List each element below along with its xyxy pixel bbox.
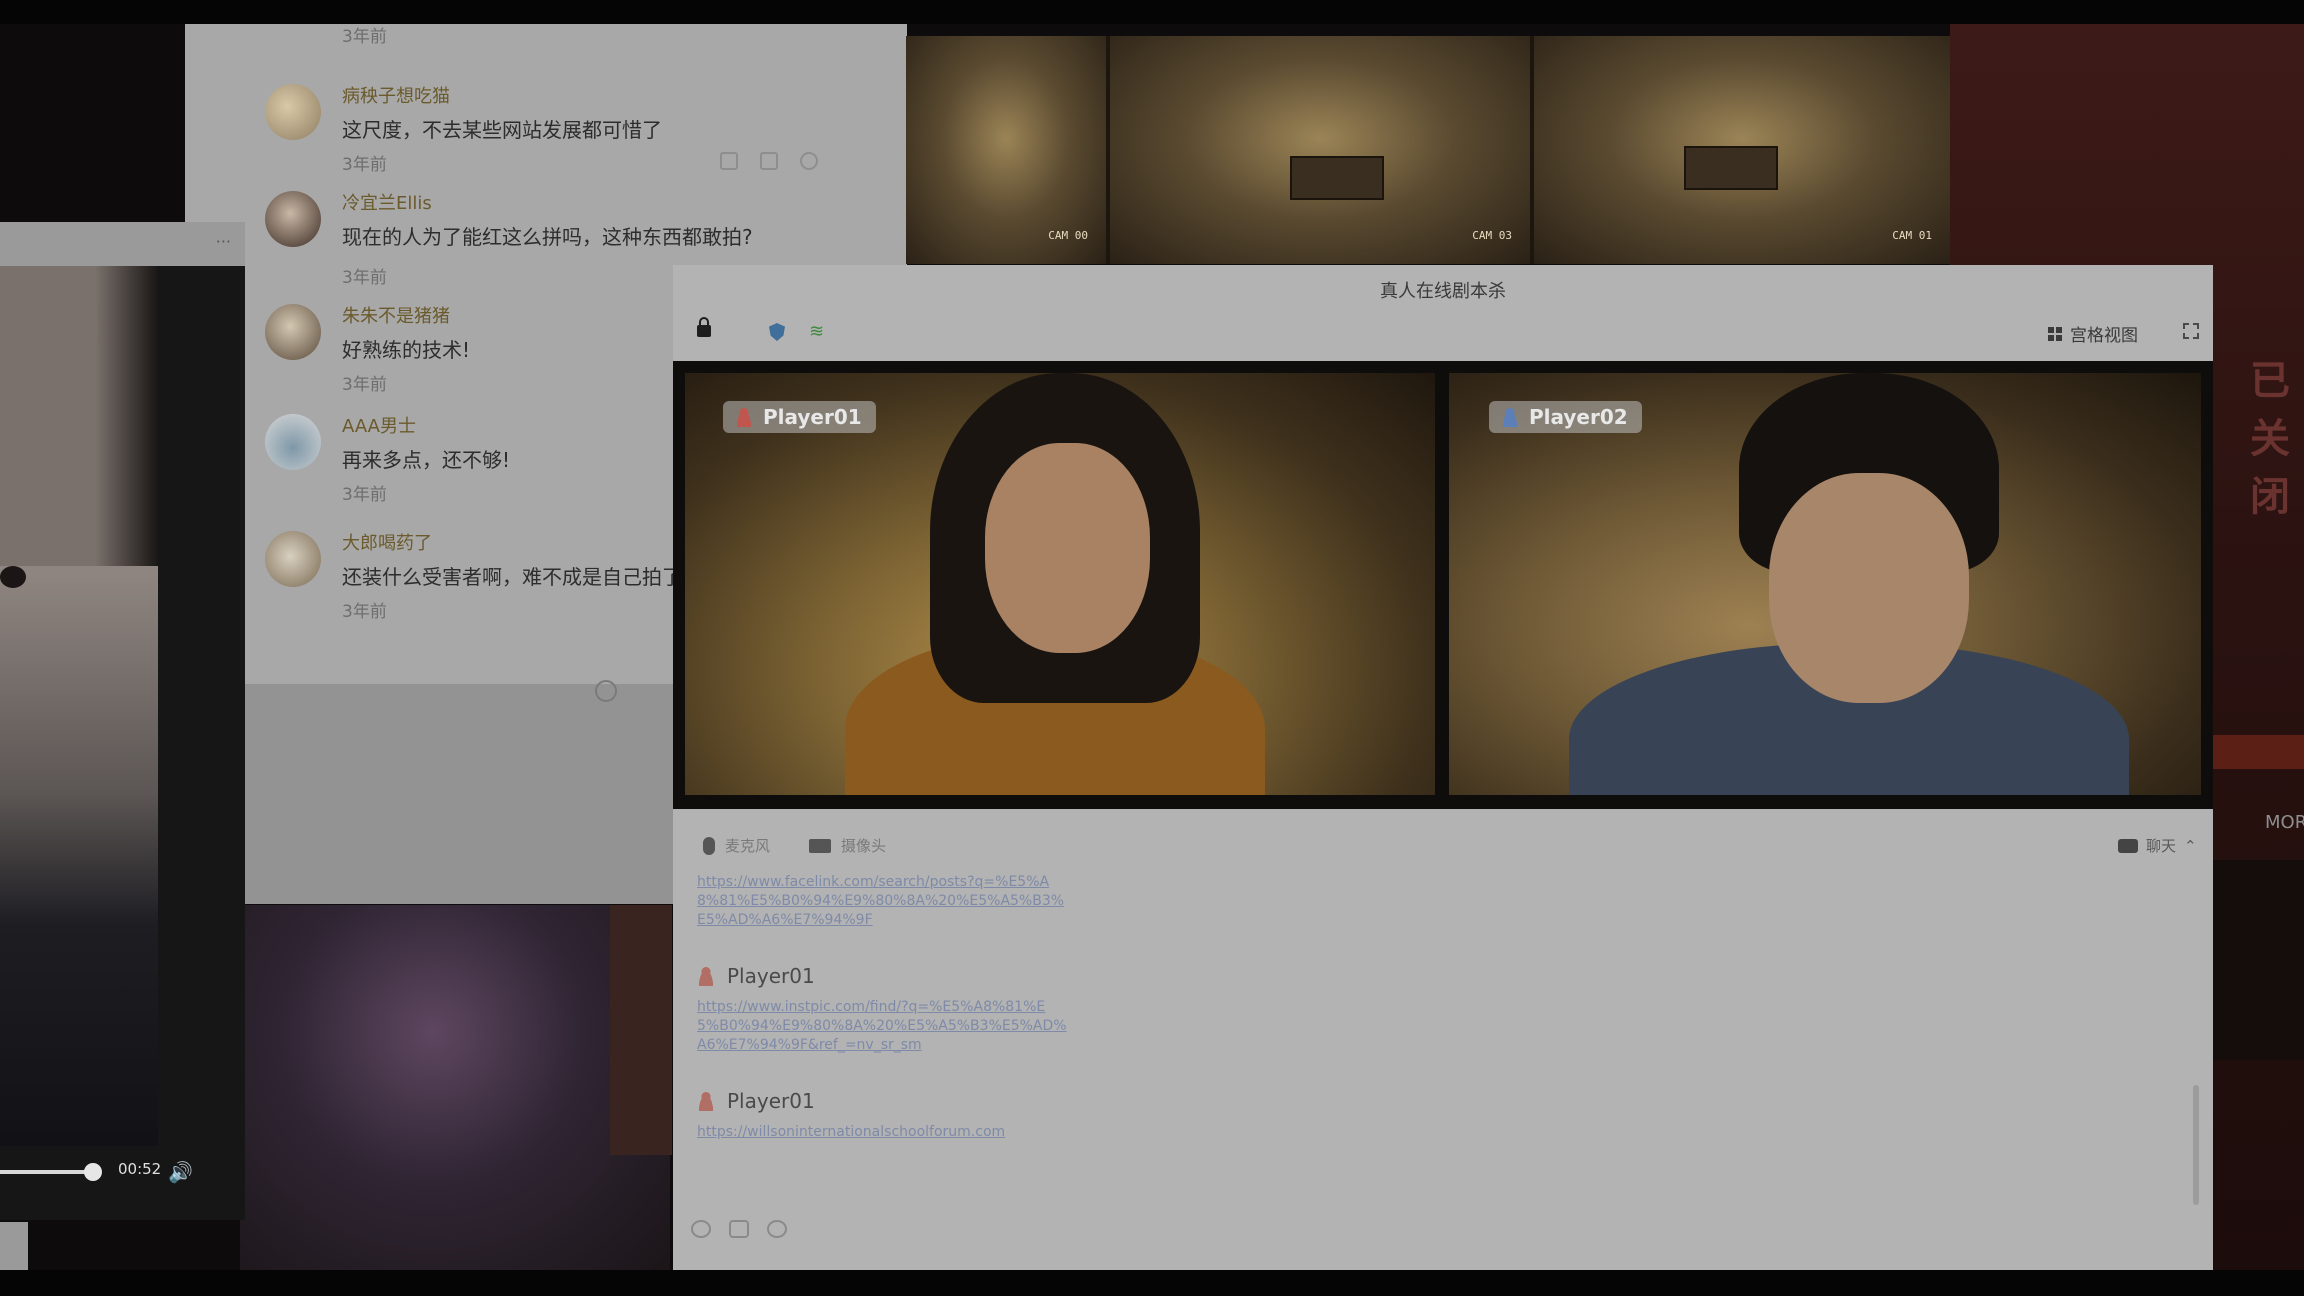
comment-text: 这尺度，不去某些网站发展都可惜了 — [342, 118, 662, 142]
progress-handle[interactable] — [84, 1163, 102, 1181]
video-frame[interactable] — [0, 266, 158, 1146]
grid-view-button[interactable]: 宫格视图 — [2048, 321, 2138, 346]
comment-text: 好熟练的技术! — [342, 338, 471, 362]
more-icon[interactable]: ··· — [216, 232, 231, 251]
chat-link[interactable]: https://willsoninternationalschoolforum.… — [697, 1123, 1117, 1142]
player-name-tag: Player01 — [723, 401, 876, 433]
camera-button[interactable]: 摄像头 — [809, 835, 886, 856]
player-titlebar: ··· — [0, 222, 245, 266]
shield-icon — [769, 323, 785, 341]
microphone-icon — [703, 836, 715, 855]
image-icon[interactable] — [729, 1220, 749, 1238]
comment-author[interactable]: 病秧子想吃猫 — [342, 82, 450, 108]
call-controls: 麦克风 摄像头 聊天 ⌃ — [673, 835, 2213, 863]
chat-panel: https://www.facelink.com/search/posts?q=… — [697, 873, 2177, 1142]
more-label[interactable]: MOR — [2265, 812, 2304, 833]
video-call-window: 真人在线剧本杀 ≋ 宫格视图 Player01 Player02 麦克风 摄像头… — [673, 265, 2213, 1270]
player-controls: 00:52 🔊 — [0, 1152, 245, 1192]
comments-window-lower — [185, 684, 675, 904]
video-grid: Player01 Player02 — [673, 361, 2213, 809]
chat-sender: Player01 — [697, 964, 2177, 988]
cam-label: CAM 03 — [1472, 229, 1512, 242]
avatar[interactable] — [265, 531, 321, 587]
comment-author[interactable]: 冷宜兰Ellis — [342, 189, 432, 215]
comment-text: 再来多点，还不够! — [342, 448, 511, 472]
sender-name: Player01 — [727, 1089, 815, 1113]
phone-icon[interactable] — [595, 680, 617, 702]
playback-time: 00:52 — [118, 1160, 162, 1178]
video-feed-player02[interactable]: Player02 — [1449, 373, 2201, 795]
call-toolbar: ≋ 宫格视图 — [673, 317, 2213, 351]
avatar[interactable] — [265, 304, 321, 360]
chat-scrollbar[interactable] — [2193, 1085, 2199, 1205]
window-edge — [0, 1222, 28, 1270]
chevron-up-icon: ⌃ — [2184, 836, 2197, 855]
cam-label: CAM 00 — [1048, 229, 1088, 242]
volume-icon[interactable]: 🔊 — [168, 1160, 193, 1184]
fullscreen-icon[interactable] — [2183, 323, 2199, 339]
microphone-label: 麦克风 — [725, 837, 771, 855]
chat-toggle-button[interactable]: 聊天 ⌃ — [2118, 835, 2197, 856]
closed-text: 已关闭 — [2250, 358, 2290, 520]
chat-input-tools — [691, 1220, 787, 1238]
sender-name: Player01 — [727, 964, 815, 988]
player-name: Player02 — [1529, 405, 1628, 429]
chat-icon — [2118, 838, 2138, 853]
grid-view-label: 宫格视图 — [2070, 326, 2138, 346]
user-icon — [1501, 407, 1519, 427]
photo-frame-edge — [610, 905, 672, 1155]
player-name-tag: Player02 — [1489, 401, 1642, 433]
letterbox-top — [0, 0, 2304, 24]
comment-text: 还装什么受害者啊，难不成是自己拍了 — [342, 565, 682, 589]
cctv-feed[interactable]: CAM 00 — [906, 36, 1106, 264]
cam-label: CAM 01 — [1892, 229, 1932, 242]
avatar[interactable] — [265, 191, 321, 247]
comment-item: 病秧子想吃猫 这尺度，不去某些网站发展都可惜了 3年前 — [185, 52, 907, 175]
avatar[interactable] — [265, 414, 321, 470]
video-player-window: ··· 00:52 🔊 — [0, 222, 245, 1220]
user-icon — [735, 407, 753, 427]
chat-label: 聊天 — [2146, 837, 2177, 855]
window-title: 真人在线剧本杀 — [1380, 281, 1506, 302]
video-feed-player01[interactable]: Player01 — [685, 373, 1435, 795]
emoji-icon[interactable] — [691, 1220, 711, 1238]
comment-time: 3年前 — [342, 602, 387, 622]
cctv-panel: CAM 00 CAM 03 CAM 01 — [906, 36, 1950, 264]
grid-icon — [2048, 326, 2062, 341]
user-icon — [697, 966, 715, 986]
comment-author[interactable]: 大郎喝药了 — [342, 529, 432, 555]
lock-icon — [697, 317, 711, 337]
microphone-button[interactable]: 麦克风 — [703, 835, 770, 856]
camera-label: 摄像头 — [841, 837, 887, 855]
dark-panel-right — [2212, 860, 2304, 1060]
red-banner — [2212, 735, 2304, 769]
comment-time-top: 3年前 — [342, 27, 387, 47]
chat-link[interactable]: https://www.facelink.com/search/posts?q=… — [697, 873, 1067, 930]
user-icon — [697, 1091, 715, 1111]
wifi-icon: ≋ — [809, 321, 825, 342]
comment-author[interactable]: AAA男士 — [342, 412, 416, 438]
cctv-feed[interactable]: CAM 03 — [1110, 36, 1530, 264]
avatar[interactable] — [265, 84, 321, 140]
comment-author[interactable]: 朱朱不是猪猪 — [342, 302, 450, 328]
player-name: Player01 — [763, 405, 862, 429]
scissors-icon[interactable] — [767, 1220, 787, 1238]
camera-icon — [809, 838, 831, 853]
blurred-photo — [240, 905, 670, 1270]
comment-text: 现在的人为了能红这么拼吗，这种东西都敢拍? — [342, 225, 753, 249]
letterbox-bottom — [0, 1270, 2304, 1296]
progress-bar[interactable] — [0, 1170, 92, 1174]
chat-link[interactable]: https://www.instpic.com/find/?q=%E5%A8%8… — [697, 998, 1067, 1055]
comment-item: 冷宜兰Ellis 现在的人为了能红这么拼吗，这种东西都敢拍? 3年前 — [185, 159, 907, 288]
chat-sender: Player01 — [697, 1089, 2177, 1113]
cctv-feed[interactable]: CAM 01 — [1534, 36, 1950, 264]
